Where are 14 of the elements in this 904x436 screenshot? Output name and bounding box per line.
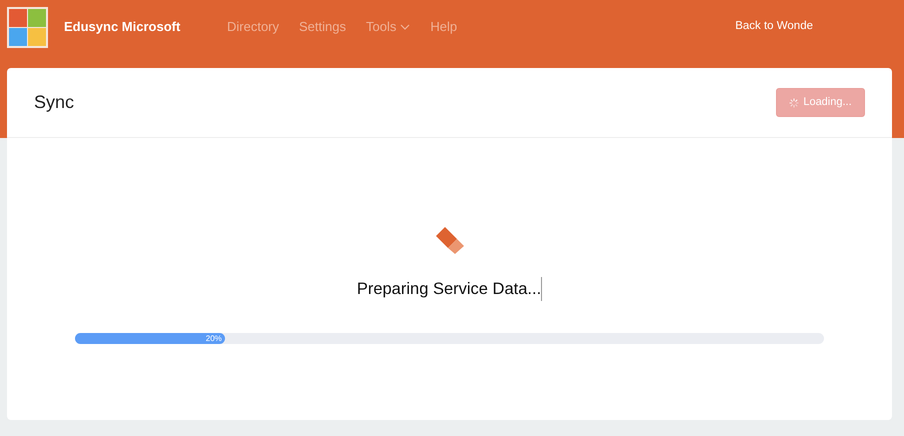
nav-link[interactable]: Directory	[227, 17, 280, 37]
back-link[interactable]: Back to Wonde	[735, 18, 813, 36]
tools-dropdown[interactable]: Tools	[366, 17, 410, 37]
nav-link[interactable]: Help	[430, 17, 458, 37]
logo-icon	[7, 6, 48, 48]
progress-fill: 20%	[75, 332, 225, 344]
text-cursor	[541, 277, 542, 302]
page-title: Sync	[34, 92, 74, 114]
loader-icon	[434, 226, 464, 254]
status-message: Preparing Service Data...	[356, 279, 542, 300]
spinner-icon	[789, 98, 800, 108]
app-title: Edusync Microsoft	[64, 18, 182, 36]
nav-link[interactable]: Settings	[299, 17, 346, 37]
caret-icon	[400, 24, 410, 30]
